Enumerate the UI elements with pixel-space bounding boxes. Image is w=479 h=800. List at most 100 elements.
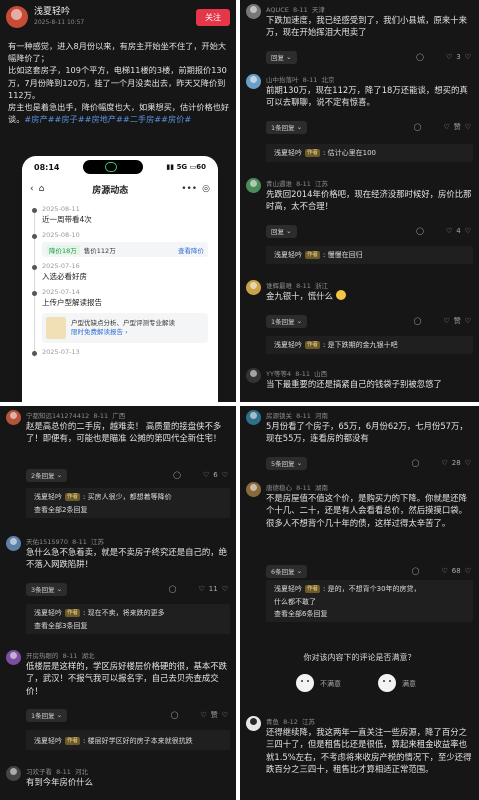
avatar[interactable] xyxy=(6,766,21,781)
author-reply[interactable]: 浅夏轻吟 作者: 是的，不想背个30年的房贷， 什么都不敢了 查看全部6条回复 xyxy=(266,580,473,622)
replies-button[interactable]: 1条回复 ⌄ xyxy=(266,314,308,328)
post-panel: 浅夏轻吟 2025-8-11 10:57 关注 有一种感觉，进入8月份以来，有房… xyxy=(0,0,236,402)
replies-button[interactable]: 6条回复 ⌄ xyxy=(266,564,308,578)
like-icon[interactable]: ♡ xyxy=(443,123,449,131)
unsatisfied-face-icon[interactable] xyxy=(296,674,314,692)
event-text: 近一周带看4次 xyxy=(42,215,92,224)
replies-button[interactable]: 1条回复 ⌄ xyxy=(266,120,308,134)
report-thumbnail xyxy=(46,317,66,339)
avatar[interactable] xyxy=(6,410,21,425)
author-reply[interactable]: 浅夏轻吟 作者: 楼层好学区好的房子本来就很抗跌 xyxy=(26,730,230,750)
event-date: 2025-07-16 xyxy=(42,262,80,270)
event-text: 上传户型解读报告 xyxy=(42,298,102,307)
like-count: 3 xyxy=(456,53,461,61)
home-icon[interactable]: ⌂ xyxy=(39,184,45,194)
like-label: 赞 xyxy=(210,711,218,719)
avatar[interactable] xyxy=(6,650,21,665)
like-icon[interactable]: ♡ xyxy=(200,711,206,719)
comment-meta: YY等等4 8-11 山西 xyxy=(266,370,328,378)
avatar[interactable] xyxy=(246,482,261,497)
like-icon[interactable]: ♡ xyxy=(443,317,449,325)
dislike-icon[interactable]: ♡ xyxy=(222,471,228,479)
like-icon[interactable]: ♡ xyxy=(446,53,452,61)
replies-button[interactable]: 5条回复 ⌄ xyxy=(266,456,308,470)
comment-icon[interactable]: ◯ xyxy=(169,585,177,593)
replies-button[interactable]: 1条回复 ⌄ xyxy=(26,708,68,722)
report-link[interactable]: 限时免费解读报告 › xyxy=(71,328,175,337)
view-all-replies-link[interactable]: 查看全部2条回复 xyxy=(34,505,87,515)
author-reply[interactable]: 浅夏轻吟 作者: 买房人很少，都想着等降价 查看全部2条回复 xyxy=(26,488,230,518)
report-card[interactable]: 户型优缺点分析、户型评测专业解读 限时免费解读报告 › xyxy=(42,313,208,343)
target-icon[interactable]: ◎ xyxy=(202,184,210,194)
avatar[interactable] xyxy=(246,4,261,19)
reply-button[interactable]: 回复 ⌄ xyxy=(266,224,297,238)
nav-bar: ‹ ⌂ 房源动态 ••• ◎ xyxy=(22,178,218,200)
dislike-icon[interactable]: ♡ xyxy=(465,53,471,61)
price-chip[interactable]: 降价18万 售价112万 查看降价 xyxy=(42,242,208,257)
like-icon[interactable]: ♡ xyxy=(442,567,448,575)
hashtags[interactable]: #房产##房子##房地产##二手房##房价# xyxy=(24,114,191,124)
dislike-icon[interactable]: ♡ xyxy=(222,585,228,593)
price-drop-badge: 降价18万 xyxy=(46,244,80,255)
avatar[interactable] xyxy=(246,280,261,295)
dislike-icon[interactable]: ♡ xyxy=(465,459,471,467)
view-price-drop-link[interactable]: 查看降价 xyxy=(178,245,204,255)
comment-icon[interactable]: ◯ xyxy=(416,227,424,235)
like-count: 6 xyxy=(213,471,218,479)
dislike-icon[interactable]: ♡ xyxy=(465,227,471,235)
comment-icon[interactable]: ◯ xyxy=(414,317,422,325)
laughing-emoji-icon xyxy=(335,290,346,300)
author-reply[interactable]: 浅夏轻吟 作者: 是下跌期的金九银十吧 xyxy=(266,336,473,354)
comment-meta: 习欢子看 8-11 河北 xyxy=(26,768,89,776)
comment-text: 当下最重要的还是搞紧自己的钱袋子别被忽悠了 xyxy=(266,379,442,389)
comment-meta: 房源锁关 8-11 河南 xyxy=(266,412,329,420)
comment-meta: 宁都知远141274412 8-11 广西 xyxy=(26,412,126,420)
author-name[interactable]: 浅夏轻吟 xyxy=(34,8,84,17)
comment-meta: 天佑1515970 8-11 江苏 xyxy=(26,538,104,546)
dislike-icon[interactable]: ♡ xyxy=(465,567,471,575)
avatar[interactable] xyxy=(6,6,28,28)
satisfied-face-icon[interactable] xyxy=(378,674,396,692)
comment-icon[interactable]: ◯ xyxy=(416,53,424,61)
view-all-replies-link[interactable]: 查看全部3条回复 xyxy=(34,621,87,631)
avatar[interactable] xyxy=(246,74,261,89)
avatar[interactable] xyxy=(246,368,261,383)
satisfied-label[interactable]: 满意 xyxy=(402,679,416,689)
replies-button[interactable]: 2条回复 ⌄ xyxy=(26,468,68,482)
avatar[interactable] xyxy=(246,410,261,425)
post-time: 2025-8-11 10:57 xyxy=(34,19,85,26)
comment-icon[interactable]: ◯ xyxy=(173,471,181,479)
author-reply[interactable]: 浅夏轻吟 作者: 慢慢在回归 xyxy=(266,246,473,264)
view-all-replies-link[interactable]: 查看全部6条回复 xyxy=(274,609,327,619)
follow-button[interactable]: 关注 xyxy=(196,8,230,26)
comment-icon[interactable]: ◯ xyxy=(412,459,420,467)
author-reply[interactable]: 浅夏轻吟 作者: 现在不卖，将来跌的更多 查看全部3条回复 xyxy=(26,604,230,634)
reply-text: 什么都不敢了 xyxy=(274,598,316,606)
avatar[interactable] xyxy=(246,178,261,193)
replies-button[interactable]: 3条回复 ⌄ xyxy=(26,582,68,596)
dislike-icon[interactable]: ♡ xyxy=(465,317,471,325)
comment-icon[interactable]: ◯ xyxy=(412,567,420,575)
back-icon[interactable]: ‹ xyxy=(30,184,34,194)
like-icon[interactable]: ♡ xyxy=(199,585,205,593)
like-icon[interactable]: ♡ xyxy=(442,459,448,467)
timeline-event: 2025-08-11 近一周带看4次 xyxy=(32,205,208,226)
like-icon[interactable]: ♡ xyxy=(203,471,209,479)
like-icon[interactable]: ♡ xyxy=(446,227,452,235)
reply-button[interactable]: 回复 ⌄ xyxy=(266,50,297,64)
like-count: 4 xyxy=(456,227,461,235)
dislike-icon[interactable]: ♡ xyxy=(465,123,471,131)
avatar[interactable] xyxy=(6,536,21,551)
comment-icon[interactable]: ◯ xyxy=(171,711,179,719)
unsatisfied-label[interactable]: 不满意 xyxy=(320,679,341,689)
comment-icon[interactable]: ◯ xyxy=(414,123,422,131)
event-date: 2025-08-11 xyxy=(42,205,80,213)
dislike-icon[interactable]: ♡ xyxy=(222,711,228,719)
more-icon[interactable]: ••• xyxy=(181,184,197,194)
timeline-event: 2025-07-13 xyxy=(32,348,208,357)
avatar[interactable] xyxy=(246,716,261,731)
comment-meta: 青鱼 8-12 江苏 xyxy=(266,718,316,726)
author-reply[interactable]: 浅夏轻吟 作者: 估计心里在100 xyxy=(266,144,473,162)
comment-text: 前期130万，现在112万，降了18万还能谈，想买的真可以去聊聊，说不定有惊喜。 xyxy=(266,85,468,108)
comment-text: 先跌回2014年价格吧，现在经济没那时候好，房价比那时高，太不合理！ xyxy=(266,189,472,212)
